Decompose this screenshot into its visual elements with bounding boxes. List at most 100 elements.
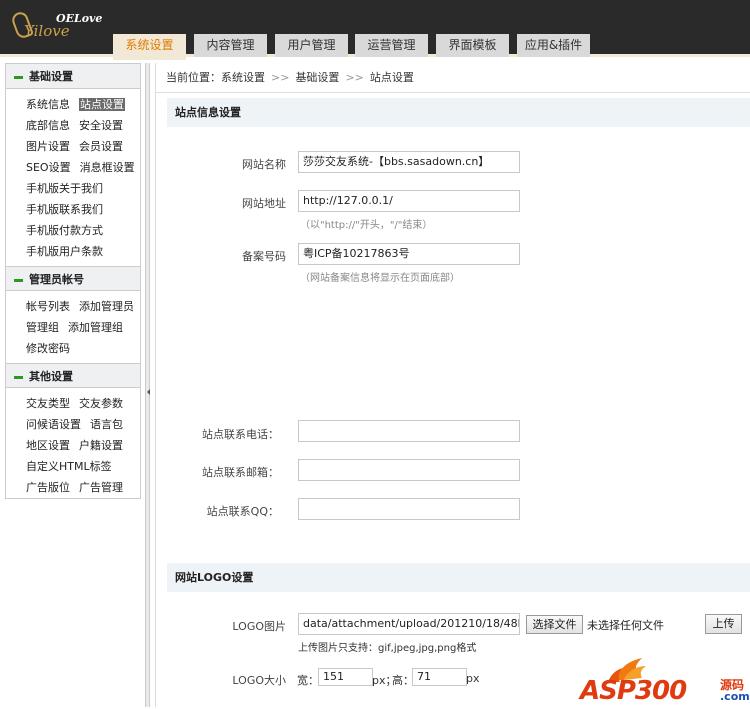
sidebar-row: 帐号列表 添加管理员 xyxy=(26,296,140,317)
sidebar-row: 地区设置 户籍设置 xyxy=(26,435,140,456)
sidebar-link[interactable]: 广告版位 xyxy=(26,481,70,494)
top-header: OELove Yilove 系统设置 内容管理 用户管理 运营管理 界面模板 应… xyxy=(0,0,750,60)
sidebar-link[interactable]: 交友参数 xyxy=(79,397,123,410)
sidebar-link[interactable]: 户籍设置 xyxy=(79,439,123,452)
icp-label: 备案号码 xyxy=(242,250,286,263)
sidebar-link[interactable]: 交友类型 xyxy=(26,397,70,410)
sidebar-link[interactable]: 消息框设置 xyxy=(80,161,135,174)
sidebar-row: 管理组 添加管理组 xyxy=(26,317,140,338)
tab-users[interactable]: 用户管理 xyxy=(275,34,348,57)
sidebar-row: 自定义HTML标签 xyxy=(26,456,140,477)
sidebar-link[interactable]: 修改密码 xyxy=(26,342,70,355)
breadcrumb-item: 站点设置 xyxy=(369,71,414,84)
main-panel: 当前位置：系统设置 >> 基础设置 >> 站点设置 站点信息设置 网站名称 莎莎交友系统… xyxy=(155,63,750,707)
minus-icon xyxy=(14,375,23,379)
sidebar-link[interactable]: 地区设置 xyxy=(26,439,70,452)
logo-path-input[interactable]: data/attachment/upload/201210/18/48b7533… xyxy=(298,613,520,635)
sidebar-section-header[interactable]: 基础设置 xyxy=(6,64,140,89)
sidebar-row: 手机版用户条款 xyxy=(26,241,140,262)
breadcrumb-prefix: 当前位置： xyxy=(166,71,221,84)
tab-templates[interactable]: 界面模板 xyxy=(436,34,509,57)
tab-plugins[interactable]: 应用&插件 xyxy=(517,34,590,57)
site-info-header: 站点信息设置 xyxy=(167,98,750,127)
logo-height-input[interactable]: 71 xyxy=(412,668,467,686)
sidebar-row: 底部信息 安全设置 xyxy=(26,115,140,136)
tab-operations[interactable]: 运营管理 xyxy=(355,34,428,57)
sidebar-link[interactable]: 广告管理 xyxy=(79,481,123,494)
logo-width-input[interactable]: 151 xyxy=(318,668,373,686)
sidebar-row: 交友类型 交友参数 xyxy=(26,393,140,414)
sidebar-link[interactable]: 系统信息 xyxy=(26,98,70,111)
choose-file-button[interactable]: 选择文件 xyxy=(526,615,583,634)
upload-button[interactable]: 上传 xyxy=(705,614,742,634)
qq-label: 站点联系QQ： xyxy=(206,505,279,518)
sidebar-links: 系统信息 站点设置 底部信息 安全设置 图片设置 会员设置 SEO设置 消息框设置 手机版关于我… xyxy=(6,89,140,266)
sidebar-link[interactable]: 手机版付款方式 xyxy=(26,224,103,237)
sidebar-link[interactable]: 底部信息 xyxy=(26,119,70,132)
watermark-sub2: .com xyxy=(720,690,750,703)
sidebar-row: 问候语设置 语言包 xyxy=(26,414,140,435)
no-file-text: 未选择任何文件 xyxy=(587,619,664,632)
height-label: 高： xyxy=(392,674,414,687)
sidebar-link[interactable]: 帐号列表 xyxy=(26,300,70,313)
sidebar-section-header[interactable]: 管理员帐号 xyxy=(6,266,140,291)
sidebar-link[interactable]: 语言包 xyxy=(90,418,123,431)
sidebar-link[interactable]: 添加管理组 xyxy=(68,321,123,334)
sidebar-row: 手机版联系我们 xyxy=(26,199,140,220)
section-title: 其他设置 xyxy=(29,370,73,383)
qq-input[interactable] xyxy=(298,498,520,520)
breadcrumb-sep: >> xyxy=(271,71,290,84)
section-title: 管理员帐号 xyxy=(29,273,84,286)
logo-img-label: LOGO图片 xyxy=(232,620,286,633)
email-label: 站点联系邮箱： xyxy=(202,466,279,479)
collapse-arrow-icon xyxy=(147,389,150,395)
asp300-watermark: ASP300 源码 .com xyxy=(578,650,750,706)
sidebar-link[interactable]: 自定义HTML标签 xyxy=(26,460,112,473)
section-title: 基础设置 xyxy=(29,70,73,83)
watermark-text: ASP300 xyxy=(580,676,687,706)
logo-script: Yilove xyxy=(24,22,70,40)
tab-system-settings[interactable]: 系统设置 xyxy=(113,34,186,60)
width-label: 宽： xyxy=(297,674,319,687)
sidebar-link[interactable]: 手机版联系我们 xyxy=(26,203,103,216)
oelove-logo[interactable]: OELove Yilove xyxy=(10,8,104,44)
breadcrumb-item[interactable]: 系统设置 xyxy=(221,71,265,84)
sidebar-link[interactable]: 会员设置 xyxy=(79,140,123,153)
sidebar-link[interactable]: 手机版用户条款 xyxy=(26,245,103,258)
sidebar: 基础设置 系统信息 站点设置 底部信息 安全设置 图片设置 会员设置 SEO设置 消息框设置 手机… xyxy=(5,63,141,499)
icp-hint: （网站备案信息将显示在页面底部） xyxy=(300,273,460,284)
sidebar-links: 交友类型 交友参数 问候语设置 语言包 地区设置 户籍设置 自定义HTML标签 广告版位 广告管… xyxy=(6,388,140,502)
sidebar-link[interactable]: 站点设置 xyxy=(79,98,125,111)
site-url-input[interactable]: http://127.0.0.1/ xyxy=(298,190,520,212)
icp-input[interactable]: 粤ICP备10217863号 xyxy=(298,243,520,265)
sidebar-link[interactable]: 手机版关于我们 xyxy=(26,182,103,195)
sidebar-link[interactable]: 管理组 xyxy=(26,321,59,334)
site-name-input[interactable]: 莎莎交友系统-【bbs.sasadown.cn】 xyxy=(298,151,520,173)
sidebar-link[interactable]: 安全设置 xyxy=(79,119,123,132)
sidebar-row: SEO设置 消息框设置 xyxy=(26,157,140,178)
logo-size-label: LOGO大小 xyxy=(232,674,286,687)
minus-icon xyxy=(14,75,23,79)
breadcrumb-sep: >> xyxy=(345,71,364,84)
sidebar-link[interactable]: 图片设置 xyxy=(26,140,70,153)
sidebar-link[interactable]: 问候语设置 xyxy=(26,418,81,431)
tab-content[interactable]: 内容管理 xyxy=(194,34,267,57)
sidebar-row: 手机版付款方式 xyxy=(26,220,140,241)
sidebar-section-header[interactable]: 其他设置 xyxy=(6,363,140,388)
breadcrumb-item[interactable]: 基础设置 xyxy=(295,71,339,84)
height-unit: px xyxy=(466,672,480,685)
site-url-hint: （以"http://"开头，"/"结束） xyxy=(300,220,433,231)
sidebar-row: 系统信息 站点设置 xyxy=(26,94,140,115)
logo-header: 网站LOGO设置 xyxy=(167,563,750,592)
sidebar-row: 手机版关于我们 xyxy=(26,178,140,199)
sidebar-link[interactable]: 添加管理员 xyxy=(79,300,134,313)
phone-input[interactable] xyxy=(298,420,520,442)
site-name-label: 网站名称 xyxy=(242,158,286,171)
sidebar-row: 修改密码 xyxy=(26,338,140,359)
minus-icon xyxy=(14,278,23,282)
sidebar-links: 帐号列表 添加管理员 管理组 添加管理组 修改密码 xyxy=(6,291,140,363)
site-url-label: 网站地址 xyxy=(242,197,286,210)
email-input[interactable] xyxy=(298,459,520,481)
phone-label: 站点联系电话： xyxy=(202,428,279,441)
sidebar-link[interactable]: SEO设置 xyxy=(26,161,71,174)
